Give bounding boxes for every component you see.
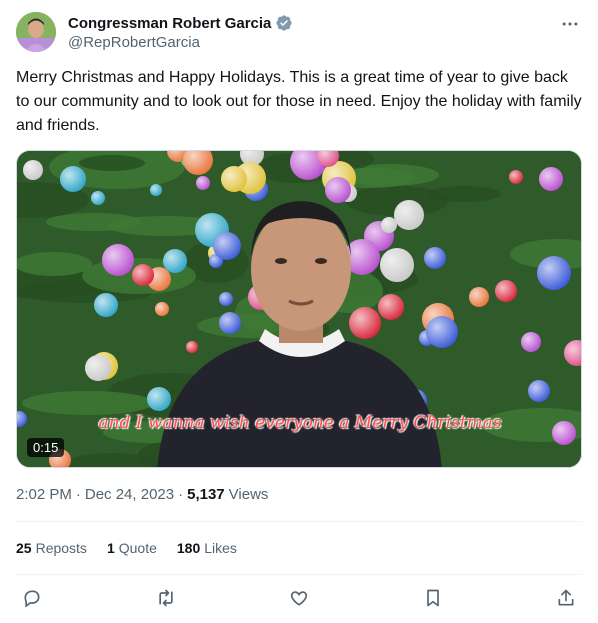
avatar-image: [16, 12, 56, 52]
likes-label: Likes: [204, 540, 237, 556]
tweet-text: Merry Christmas and Happy Holidays. This…: [16, 69, 582, 134]
quotes-count: 1: [106, 540, 115, 556]
views-count: 5,137: [187, 486, 225, 503]
video-caption: and I wanna wish everyone a Merry Christ…: [98, 413, 502, 433]
video-player[interactable]: and I wanna wish everyone a Merry Christ…: [16, 150, 582, 468]
reposts-count: 25: [16, 540, 32, 556]
divider-bottom: [16, 574, 582, 575]
reply-icon[interactable]: [20, 586, 44, 610]
video-duration-badge: 0:15: [27, 438, 65, 457]
like-icon[interactable]: [287, 586, 311, 610]
engagement-stats: 25 Reposts 1 Quote 180 Likes: [16, 540, 237, 556]
likes-stat[interactable]: 180 Likes: [177, 540, 237, 556]
meta-separator-2: ·: [178, 486, 184, 503]
repost-icon[interactable]: [154, 586, 178, 610]
reposts-stat[interactable]: 25 Reposts: [16, 540, 87, 556]
more-options-icon[interactable]: [558, 12, 582, 36]
author-name-row: Congressman Robert Garcia: [68, 14, 293, 32]
tweet-time[interactable]: 2:02 PM: [16, 486, 72, 503]
author-display-name[interactable]: Congressman Robert Garcia: [68, 15, 271, 32]
quotes-stat[interactable]: 1 Quote: [107, 540, 157, 556]
reposts-label: Reposts: [35, 540, 87, 556]
tweet-date[interactable]: Dec 24, 2023: [85, 486, 174, 503]
tweet-card: Congressman Robert Garcia @RepRobertGarc…: [0, 0, 598, 623]
share-icon[interactable]: [554, 586, 578, 610]
bookmark-icon[interactable]: [421, 586, 445, 610]
author-avatar[interactable]: [16, 12, 56, 52]
tweet-meta: 2:02 PM · Dec 24, 2023 · 5,137 Views: [16, 486, 268, 503]
divider-top: [16, 521, 582, 522]
author-handle[interactable]: @RepRobertGarcia: [68, 34, 200, 51]
meta-separator: ·: [75, 486, 81, 503]
likes-count: 180: [176, 540, 201, 556]
action-bar: [16, 586, 582, 610]
verified-badge-icon: [275, 14, 293, 32]
views-label: Views: [228, 486, 269, 503]
quotes-label: Quote: [118, 540, 157, 556]
